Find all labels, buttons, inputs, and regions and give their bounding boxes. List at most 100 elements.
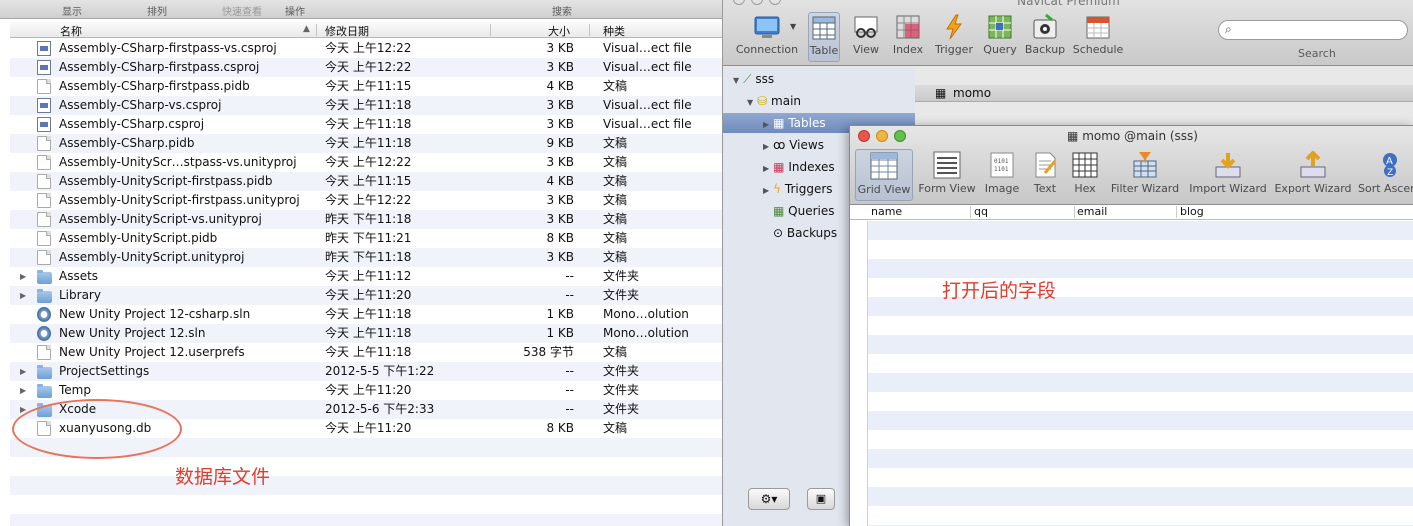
grid-row[interactable] (868, 392, 1413, 411)
file-row[interactable]: Assembly-CSharp-firstpass-vs.csproj 今天 上午… (10, 39, 722, 58)
file-row[interactable]: ▶ ProjectSettings 2012-5-5 下午1:22 -- 文件夹 (10, 362, 722, 381)
file-kind: 文稿 (603, 231, 628, 245)
disclosure-triangle-icon[interactable]: ▶ (20, 267, 26, 286)
grid-view-button[interactable]: Grid View (855, 149, 913, 201)
file-row[interactable]: ▶ Library 今天 上午11:20 -- 文件夹 (10, 286, 722, 305)
column-qq[interactable]: qq (974, 205, 988, 218)
file-size: 3 KB (546, 155, 574, 169)
file-row[interactable]: New Unity Project 12.userprefs 今天 上午11:18… (10, 343, 722, 362)
view-button[interactable]: View (849, 14, 883, 56)
grid-row[interactable] (868, 411, 1413, 430)
file-name: Assembly-UnityScr…stpass-vs.unityproj (59, 155, 297, 169)
file-row[interactable]: Assembly-UnityScript.unityproj 昨天 下午11:18… (10, 248, 722, 267)
trigger-button[interactable]: Trigger (933, 14, 975, 56)
table-button[interactable]: Table (808, 12, 840, 62)
column-blog[interactable]: blog (1180, 205, 1204, 218)
table-item-momo[interactable]: momo (953, 86, 991, 100)
tree-item-triggers[interactable]: ▶ ϟ Triggers (763, 179, 833, 199)
import-wizard-button[interactable]: Import Wizard (1188, 151, 1268, 195)
file-row[interactable]: Assembly-UnityScript-vs.unityproj 昨天 下午11… (10, 210, 722, 229)
grid-row[interactable] (868, 354, 1413, 373)
show-button[interactable]: 显示 (62, 3, 82, 18)
schedule-button[interactable]: Schedule (1072, 14, 1124, 56)
grid-row[interactable] (868, 487, 1413, 506)
toggle-panel-button[interactable]: ▣ (807, 488, 835, 510)
backup-button[interactable]: Backup (1024, 13, 1066, 56)
export-icon (1299, 150, 1327, 179)
index-button[interactable]: Index (891, 14, 925, 56)
file-row[interactable]: ▶ Temp 今天 上午11:20 -- 文件夹 (10, 381, 722, 400)
file-row[interactable]: Assembly-UnityScript-firstpass.unityproj… (10, 191, 722, 210)
file-kind: 文稿 (603, 79, 628, 93)
tree-item-queries[interactable]: ▦ Queries (773, 201, 835, 221)
file-name: Assembly-UnityScript.unityproj (59, 250, 245, 264)
file-kind: 文稿 (603, 155, 628, 169)
gear-menu-button[interactable]: ⚙▾ (748, 488, 790, 510)
column-email[interactable]: email (1077, 205, 1107, 218)
file-name: Assembly-CSharp.csproj (59, 117, 205, 131)
highlight-circle (12, 399, 182, 459)
file-size: 538 字节 (523, 345, 574, 359)
grid-row[interactable] (868, 335, 1413, 354)
disclosure-triangle-icon[interactable]: ▶ (20, 362, 26, 381)
file-row[interactable]: New Unity Project 12-csharp.sln 今天 上午11:1… (10, 305, 722, 324)
disclosure-triangle-icon[interactable]: ▶ (20, 381, 26, 400)
form-icon (933, 151, 961, 179)
object-list: ▦ momo (915, 85, 1413, 102)
grid-row[interactable] (868, 506, 1413, 525)
column-name[interactable]: 名称 (60, 23, 82, 39)
column-kind[interactable]: 种类 (603, 23, 625, 39)
file-row[interactable]: Assembly-CSharp-vs.csproj 今天 上午11:18 3 KB V… (10, 96, 722, 115)
grid-row[interactable] (868, 240, 1413, 259)
grid-row[interactable] (868, 449, 1413, 468)
file-row[interactable]: Assembly-UnityScript-firstpass.pidb 今天 上午… (10, 172, 722, 191)
arrange-button[interactable]: 排列 (147, 3, 167, 18)
backup-icon: ⊙ (773, 226, 784, 240)
action-button[interactable]: 操作 (285, 3, 305, 18)
tree-database[interactable]: ▼ ⛁ main (747, 91, 801, 111)
table-window-toolbar: ▦ momo @main (sss) Grid View Form View 0… (850, 126, 1413, 205)
tree-item-backups[interactable]: ⊙ Backups (773, 223, 837, 243)
tree-connection[interactable]: ▼ ⟋ sss (733, 69, 774, 89)
file-date: 今天 上午11:18 (325, 326, 412, 340)
import-icon (1214, 151, 1242, 179)
file-row[interactable]: Assembly-CSharp-firstpass.pidb 今天 上午11:15… (10, 77, 722, 96)
file-date: 今天 上午12:22 (325, 60, 412, 74)
file-row[interactable]: Assembly-UnityScript.pidb 昨天 下午11:21 8 KB 文… (10, 229, 722, 248)
quicklook-button[interactable]: 快速查看 (222, 3, 262, 18)
column-date[interactable]: 修改日期 (325, 23, 369, 39)
folder-icon (37, 270, 52, 284)
grid-row[interactable] (868, 316, 1413, 335)
connection-button[interactable]: Connection (735, 14, 799, 56)
column-size[interactable]: 大小 (548, 23, 570, 39)
hex-button[interactable]: Hex (1068, 151, 1102, 195)
grid-row[interactable] (868, 221, 1413, 240)
file-row[interactable]: New Unity Project 12.sln 今天 上午11:18 1 KB Mo… (10, 324, 722, 343)
file-row[interactable]: Assembly-UnityScr…stpass-vs.unityproj 今天 … (10, 153, 722, 172)
svg-text:0101: 0101 (994, 158, 1009, 165)
search-input[interactable]: ⌕ (1218, 20, 1408, 40)
grid-row[interactable] (868, 373, 1413, 392)
export-wizard-button[interactable]: Export Wizard (1274, 150, 1352, 195)
grid-row[interactable] (868, 468, 1413, 487)
file-row[interactable]: Assembly-CSharp-firstpass.csproj 今天 上午12:… (10, 58, 722, 77)
form-view-button[interactable]: Form View (918, 151, 976, 195)
sort-ascending-button[interactable]: AZ Sort Ascen (1358, 151, 1413, 195)
query-button[interactable]: Query (982, 14, 1018, 56)
file-size: 8 KB (546, 421, 574, 435)
file-row[interactable]: ▶ Assets 今天 上午11:12 -- 文件夹 (10, 267, 722, 286)
disclosure-triangle-icon[interactable]: ▶ (20, 286, 26, 305)
text-button[interactable]: Text (1028, 151, 1062, 195)
grid-row[interactable] (868, 430, 1413, 449)
navicat-window: Navicat Premium Connection ▼ Table View … (722, 0, 1413, 526)
image-button[interactable]: 0101 1101 Image (983, 151, 1021, 195)
column-name[interactable]: name (871, 205, 902, 218)
file-row[interactable]: Assembly-CSharp.csproj 今天 上午11:18 3 KB Visu… (10, 115, 722, 134)
document-icon (37, 136, 51, 151)
filter-wizard-button[interactable]: Filter Wizard (1110, 151, 1180, 195)
file-row[interactable]: Assembly-CSharp.pidb 今天 上午11:18 9 KB 文稿 (10, 134, 722, 153)
tree-item-indexes[interactable]: ▶ ▦ Indexes (763, 157, 835, 177)
chevron-down-icon[interactable]: ▼ (790, 22, 796, 31)
file-size: 3 KB (546, 60, 574, 74)
tree-item-views[interactable]: ▶ ꝏ Views (763, 135, 824, 155)
